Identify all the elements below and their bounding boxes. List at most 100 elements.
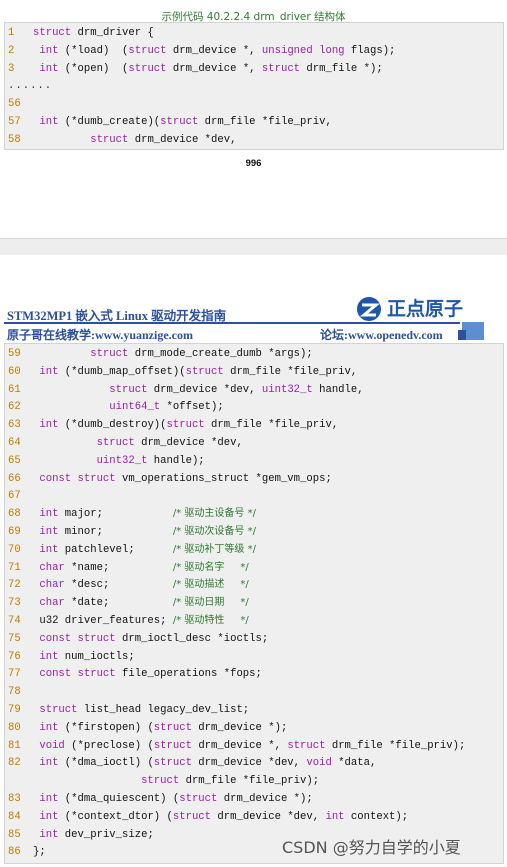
code-token: drm_file *);: [300, 62, 383, 75]
code-line: 65 uint32_t handle);: [5, 452, 501, 470]
code-line: 60 int (*dumb_map_offset)(struct drm_fil…: [5, 363, 501, 381]
line-number: 70: [8, 543, 21, 556]
header-site-link[interactable]: 原子哥在线教学:www.yuanzige.com: [7, 326, 193, 343]
line-number: 75: [8, 632, 21, 645]
code-token: drm_device *);: [217, 793, 313, 805]
line-number: 73: [8, 597, 21, 610]
code-text: int minor; /* 驱动次设备号 */: [33, 523, 256, 541]
code-line: 79 struct list_head legacy_dev_list;: [5, 701, 501, 719]
code-token: (*dumb_map_offset)(: [58, 365, 186, 378]
code-token: drm_device *,: [166, 62, 262, 75]
code-text: int num_ioctls;: [33, 648, 135, 666]
code-text: u32 driver_features; /* 驱动特性 */: [33, 612, 249, 630]
code-keyword: int: [39, 508, 59, 521]
code-token: *offset);: [160, 401, 224, 414]
code-keyword: struct: [160, 116, 199, 128]
code-text: int dev_priv_size;: [33, 826, 153, 844]
code-line: 67: [5, 487, 501, 505]
code-comment: /* 驱动次设备号 */: [172, 526, 256, 537]
code-line: 81 void (*preclose) (struct drm_device *…: [5, 737, 501, 755]
code-line: 73 char *date; /* 驱动日期 */: [5, 594, 501, 612]
line-number: 76: [8, 650, 21, 663]
code-line: 3 int (*open) (struct drm_device *, stru…: [5, 60, 501, 78]
code-keyword: struct: [153, 721, 192, 734]
code-text: int (*open) (struct drm_device *, struct…: [33, 60, 383, 78]
code-keyword: const struct: [39, 668, 116, 681]
code-keyword: struct: [90, 348, 129, 360]
page-separator: [0, 238, 507, 256]
code-token: vm_operations_struct *gem_vm_ops;: [115, 472, 332, 485]
code-line: 74 u32 driver_features; /* 驱动特性 */: [5, 612, 501, 630]
line-number: 69: [8, 526, 21, 538]
code-line: struct drm_file *file_priv);: [5, 772, 501, 790]
code-keyword: struct: [153, 739, 192, 752]
code-token: (*dumb_destroy)(: [58, 419, 167, 432]
code-token: (*load) (: [58, 44, 129, 57]
logo-text: 正点原子: [387, 298, 464, 320]
code-text: int major; /* 驱动主设备号 */: [33, 505, 256, 523]
code-token: context);: [344, 810, 409, 823]
line-number: 71: [8, 561, 21, 574]
code-keyword: uint64_t: [109, 401, 161, 414]
code-line: 68 int major; /* 驱动主设备号 */: [5, 505, 501, 523]
code-keyword: int: [39, 757, 59, 770]
code-text: int (*dma_ioctl) (struct drm_device *dev…: [33, 754, 376, 772]
code-text: char *name; /* 驱动名字 */: [33, 559, 248, 577]
code-token: *desc;: [64, 579, 173, 592]
code-line: 56: [5, 95, 501, 113]
code-line: 64 struct drm_device *dev,: [5, 434, 501, 452]
line-number: 1: [8, 27, 15, 39]
code-token: file_operations *fops;: [115, 668, 262, 681]
code-line: 2 int (*load) (struct drm_device *, unsi…: [5, 42, 501, 60]
code-keyword: void: [39, 739, 65, 752]
header-forum-link[interactable]: 论坛:www.openedv.com: [320, 326, 443, 343]
code-keyword: struct: [166, 419, 205, 432]
code-text: uint32_t handle);: [33, 452, 205, 470]
code-keyword: struct: [128, 44, 167, 57]
code-keyword: int: [39, 721, 59, 734]
code-token: (*open) (: [58, 62, 129, 75]
code-text: int patchlevel; /* 驱动补丁等级 */: [33, 541, 256, 559]
code-token: drm_device *,: [166, 44, 262, 57]
code-token: };: [33, 846, 46, 859]
code-token: (*preclose) (: [64, 739, 154, 752]
code-comment: /* 驱动特性 */: [172, 615, 249, 626]
code-text: struct drm_mode_create_dumb *args);: [33, 345, 313, 363]
code-keyword: int: [39, 365, 59, 378]
code-keyword: int: [39, 793, 59, 805]
code-keyword: int: [39, 419, 59, 432]
code-keyword: struct: [33, 27, 72, 39]
code-token: drm_device *dev,: [128, 133, 237, 146]
code-token: handle,: [312, 383, 364, 396]
code-token: *data,: [331, 757, 377, 770]
code-keyword: struct: [179, 793, 218, 805]
line-number: 59: [8, 348, 21, 360]
code-keyword: const struct: [39, 472, 116, 485]
code-token: drm_file *file_priv,: [223, 365, 358, 378]
line-number: 79: [8, 704, 21, 716]
code-keyword: struct: [96, 437, 135, 449]
header-rule: [4, 322, 460, 324]
code-token: flags);: [344, 44, 396, 57]
header-accent-small: [458, 330, 466, 340]
code-keyword: unsigned long: [261, 44, 345, 57]
code-token: drm_file *file_priv,: [198, 116, 332, 128]
code-line: 70 int patchlevel; /* 驱动补丁等级 */: [5, 541, 501, 559]
code-block-bottom: 59 struct drm_mode_create_dumb *args); 60…: [4, 343, 504, 864]
line-number: 67: [8, 490, 21, 503]
code-line: 1 struct drm_driver {: [5, 24, 501, 42]
code-token: num_ioctls;: [58, 650, 135, 663]
code-token: major;: [58, 508, 173, 521]
code-keyword: char: [39, 597, 65, 610]
code-keyword: struct: [185, 365, 224, 378]
code-text: int (*load) (struct drm_device *, unsign…: [33, 42, 395, 60]
line-number: 86: [8, 846, 21, 859]
line-number: 3: [8, 62, 15, 75]
code-keyword: int: [39, 62, 59, 75]
code-keyword: int: [39, 526, 59, 538]
csdn-watermark: CSDN @努力自学的小夏: [282, 838, 461, 857]
line-number: 62: [8, 401, 21, 414]
code-keyword: void: [306, 757, 332, 770]
code-keyword: uint32_t: [96, 454, 148, 467]
